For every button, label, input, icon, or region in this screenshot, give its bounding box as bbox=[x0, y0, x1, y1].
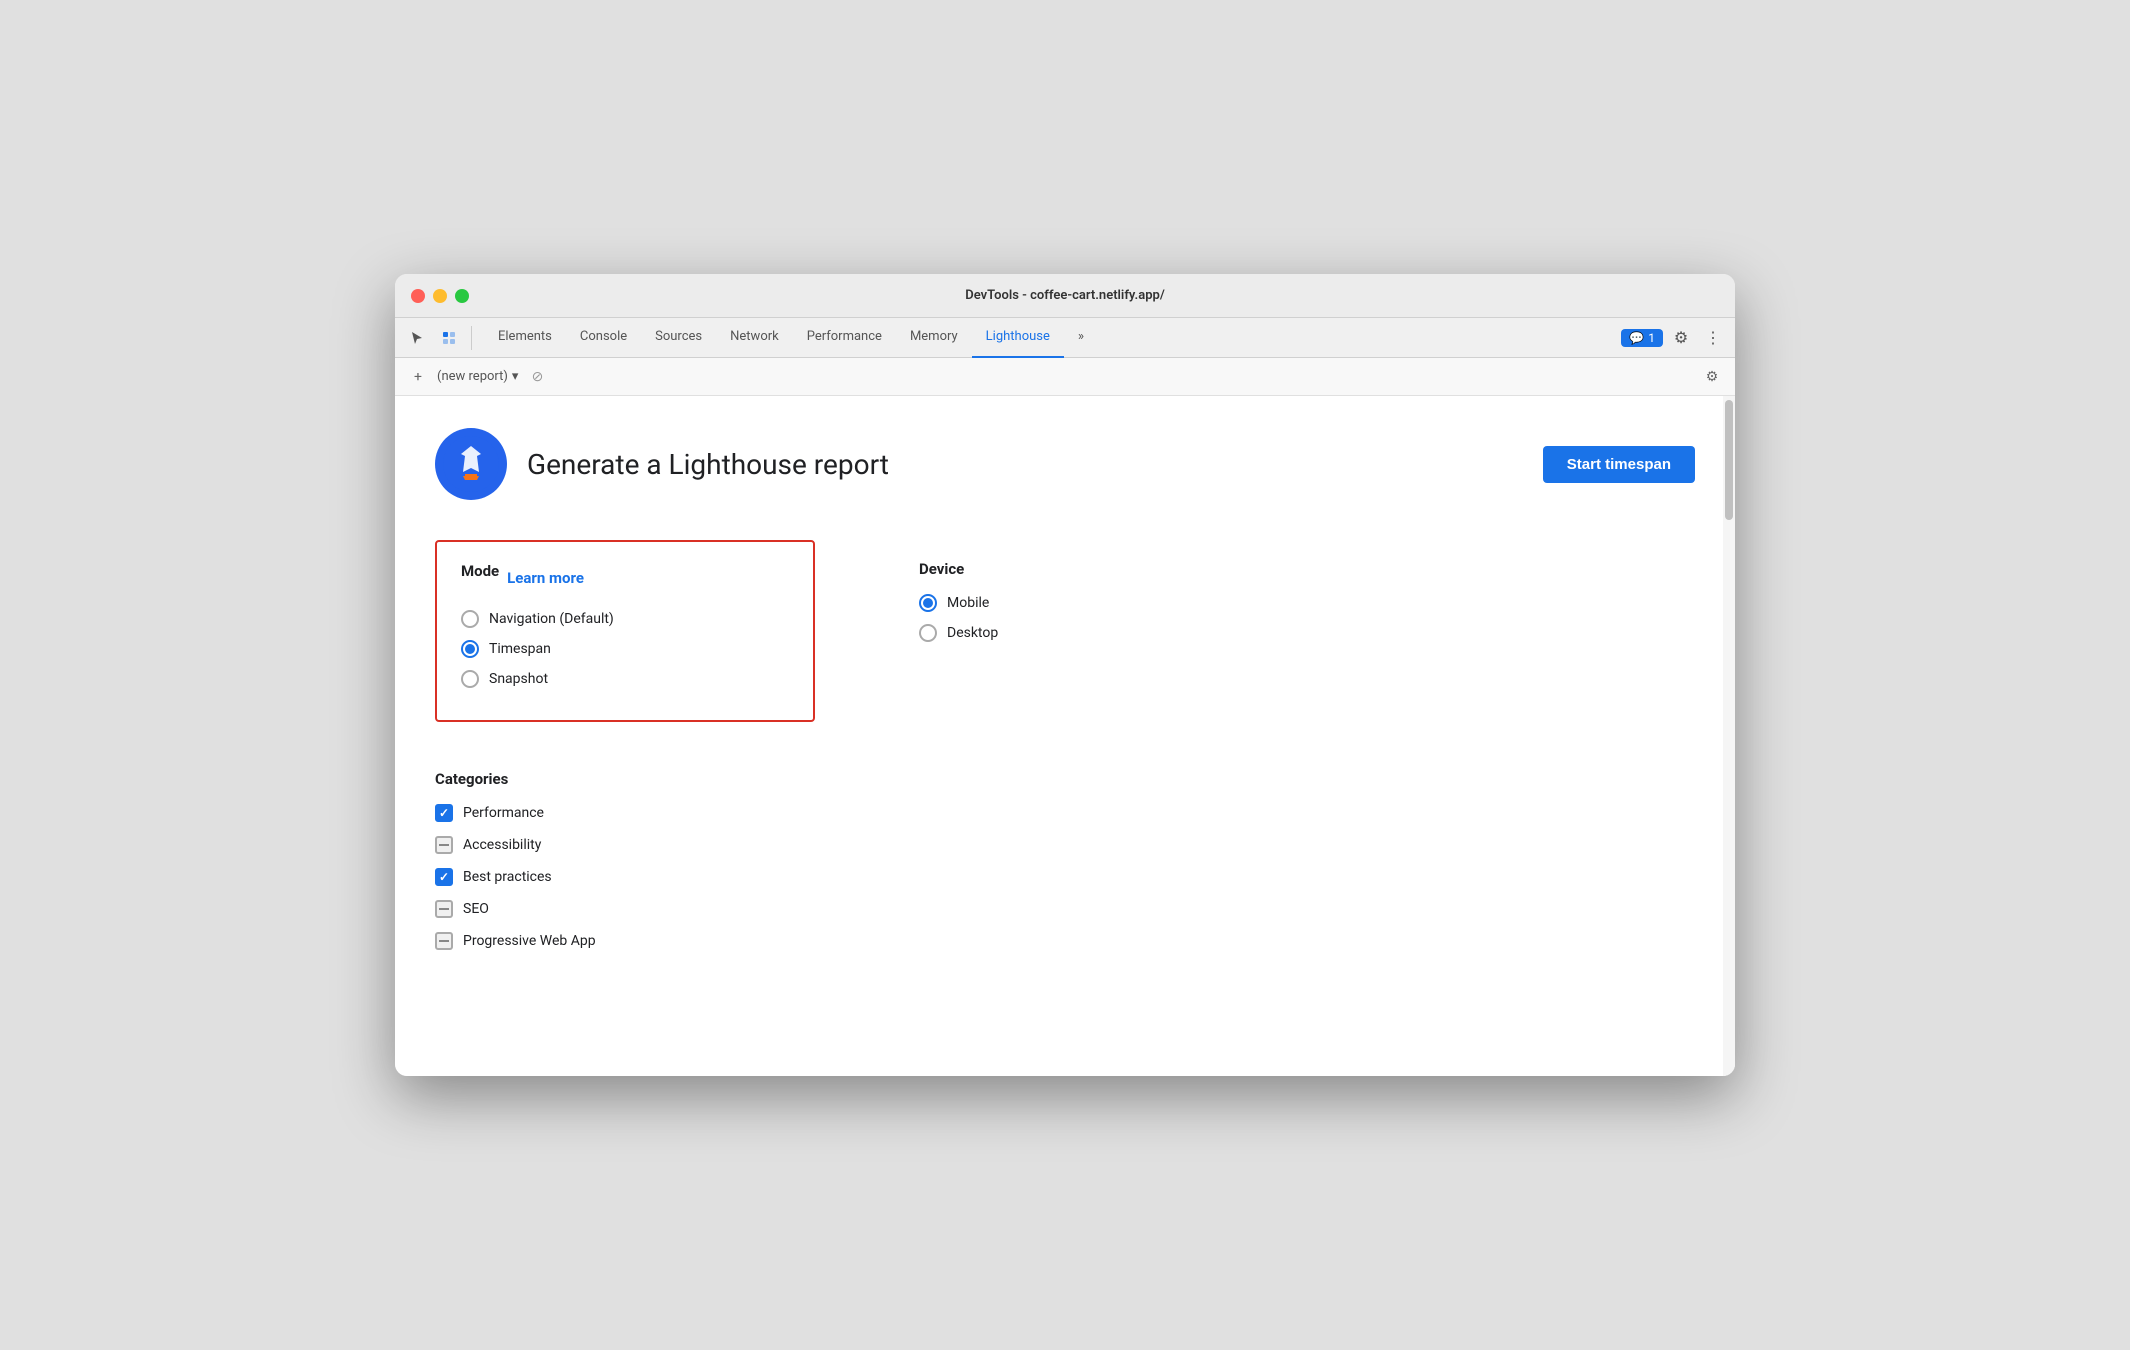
indeterminate-icon-3 bbox=[439, 940, 449, 942]
accessibility-checkbox[interactable] bbox=[435, 836, 453, 854]
minimize-button[interactable] bbox=[433, 289, 447, 303]
dropdown-icon: ▾ bbox=[512, 369, 519, 384]
category-pwa[interactable]: Progressive Web App bbox=[435, 932, 1695, 950]
mode-title: Mode bbox=[461, 562, 499, 580]
device-desktop[interactable]: Desktop bbox=[919, 624, 998, 642]
navigation-radio[interactable] bbox=[461, 610, 479, 628]
snapshot-label: Snapshot bbox=[489, 671, 548, 687]
cursor-icon[interactable] bbox=[403, 324, 431, 352]
mobile-radio[interactable] bbox=[919, 594, 937, 612]
chat-icon: 💬 bbox=[1629, 331, 1644, 345]
check-icon: ✓ bbox=[439, 806, 449, 820]
nav-tabs: Elements Console Sources Network Perform… bbox=[484, 318, 1613, 358]
chat-badge[interactable]: 💬 1 bbox=[1621, 329, 1663, 347]
seo-checkbox[interactable] bbox=[435, 900, 453, 918]
tab-network[interactable]: Network bbox=[716, 318, 793, 358]
device-section: Device Mobile Desktop bbox=[895, 540, 1022, 674]
indeterminate-icon-2 bbox=[439, 908, 449, 910]
scrollbar-thumb[interactable] bbox=[1725, 400, 1733, 520]
category-accessibility[interactable]: Accessibility bbox=[435, 836, 1695, 854]
accessibility-label: Accessibility bbox=[463, 837, 541, 853]
snapshot-radio[interactable] bbox=[461, 670, 479, 688]
title-bar: DevTools - coffee-cart.netlify.app/ bbox=[395, 274, 1735, 318]
close-button[interactable] bbox=[411, 289, 425, 303]
seo-label: SEO bbox=[463, 901, 489, 917]
tab-elements[interactable]: Elements bbox=[484, 318, 566, 358]
performance-checkbox[interactable]: ✓ bbox=[435, 804, 453, 822]
maximize-button[interactable] bbox=[455, 289, 469, 303]
start-timespan-button[interactable]: Start timespan bbox=[1543, 446, 1695, 483]
tab-memory[interactable]: Memory bbox=[896, 318, 972, 358]
toolbar-icons bbox=[403, 324, 476, 352]
pwa-checkbox[interactable] bbox=[435, 932, 453, 950]
category-seo[interactable]: SEO bbox=[435, 900, 1695, 918]
traffic-lights bbox=[411, 289, 469, 303]
desktop-label: Desktop bbox=[947, 625, 998, 641]
learn-more-link[interactable]: Learn more bbox=[507, 569, 584, 587]
timespan-label: Timespan bbox=[489, 641, 551, 657]
secondary-settings-button[interactable]: ⚙ bbox=[1701, 366, 1723, 388]
desktop-radio[interactable] bbox=[919, 624, 937, 642]
tab-sources[interactable]: Sources bbox=[641, 318, 716, 358]
devtools-toolbar: Elements Console Sources Network Perform… bbox=[395, 318, 1735, 358]
performance-label: Performance bbox=[463, 805, 544, 821]
mode-timespan[interactable]: Timespan bbox=[461, 640, 789, 658]
device-title: Device bbox=[919, 560, 998, 578]
check-icon-2: ✓ bbox=[439, 870, 449, 884]
toolbar-divider bbox=[471, 326, 472, 350]
tab-performance[interactable]: Performance bbox=[793, 318, 896, 358]
lighthouse-header: Generate a Lighthouse report Start times… bbox=[435, 428, 1695, 500]
mode-section: Mode Learn more Navigation (Default) Tim… bbox=[435, 540, 815, 722]
timespan-radio-dot bbox=[465, 644, 475, 654]
device-mobile[interactable]: Mobile bbox=[919, 594, 998, 612]
lighthouse-logo bbox=[435, 428, 507, 500]
scrollbar[interactable] bbox=[1723, 396, 1735, 1076]
tab-lighthouse[interactable]: Lighthouse bbox=[972, 318, 1064, 358]
best-practices-label: Best practices bbox=[463, 869, 552, 885]
header-left: Generate a Lighthouse report bbox=[435, 428, 889, 500]
category-performance[interactable]: ✓ Performance bbox=[435, 804, 1695, 822]
mobile-radio-dot bbox=[923, 598, 933, 608]
pwa-label: Progressive Web App bbox=[463, 933, 596, 949]
navigation-label: Navigation (Default) bbox=[489, 611, 614, 627]
devtools-window: DevTools - coffee-cart.netlify.app/ Elem… bbox=[395, 274, 1735, 1076]
category-best-practices[interactable]: ✓ Best practices bbox=[435, 868, 1695, 886]
chat-count: 1 bbox=[1648, 331, 1655, 345]
best-practices-checkbox[interactable]: ✓ bbox=[435, 868, 453, 886]
categories-section: Categories ✓ Performance Accessibility ✓ bbox=[435, 770, 1695, 950]
mobile-label: Mobile bbox=[947, 595, 989, 611]
tab-more[interactable]: » bbox=[1064, 318, 1098, 358]
main-content: Generate a Lighthouse report Start times… bbox=[395, 396, 1735, 1076]
window-title: DevTools - coffee-cart.netlify.app/ bbox=[965, 288, 1165, 303]
tab-console[interactable]: Console bbox=[566, 318, 641, 358]
report-label: (new report) bbox=[437, 369, 508, 384]
report-dropdown[interactable]: (new report) ▾ bbox=[437, 369, 518, 384]
categories-title: Categories bbox=[435, 770, 1695, 788]
toolbar-right: 💬 1 ⚙ ⋮ bbox=[1621, 324, 1727, 352]
more-button[interactable]: ⋮ bbox=[1699, 324, 1727, 352]
mode-navigation[interactable]: Navigation (Default) bbox=[461, 610, 789, 628]
mode-snapshot[interactable]: Snapshot bbox=[461, 670, 789, 688]
page-title: Generate a Lighthouse report bbox=[527, 448, 889, 481]
settings-button[interactable]: ⚙ bbox=[1667, 324, 1695, 352]
timespan-radio[interactable] bbox=[461, 640, 479, 658]
inspect-icon[interactable] bbox=[435, 324, 463, 352]
indeterminate-icon bbox=[439, 844, 449, 846]
add-report-button[interactable]: + bbox=[407, 366, 429, 388]
secondary-toolbar: + (new report) ▾ ⊘ ⚙ bbox=[395, 358, 1735, 396]
cancel-report-button[interactable]: ⊘ bbox=[526, 366, 548, 388]
